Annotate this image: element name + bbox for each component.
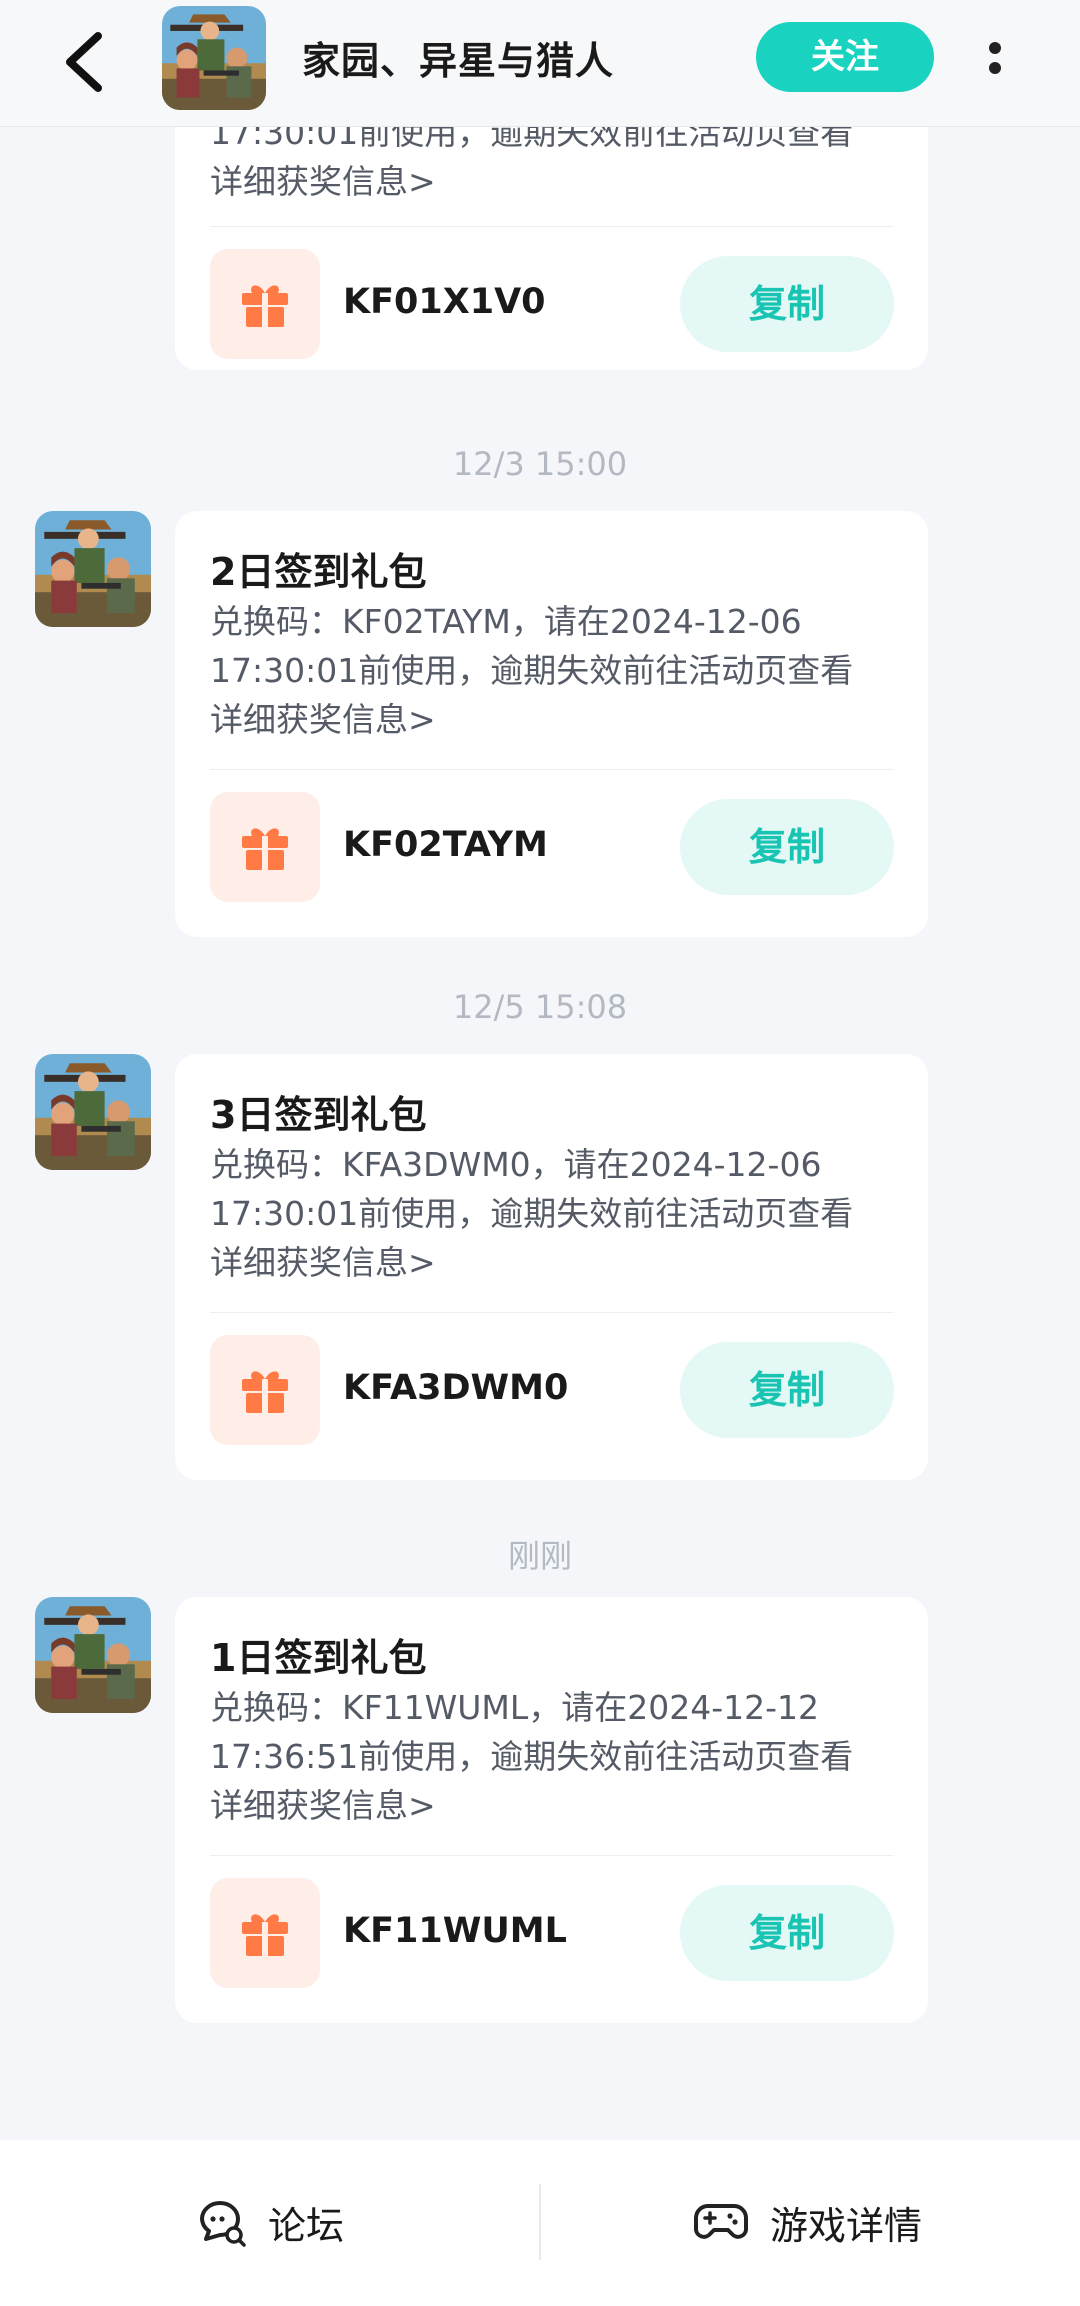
timestamp: 刚刚 [507, 1537, 572, 1575]
gift-icon-box [210, 792, 320, 902]
desc-line: 17:30:01前使用，逾期失效前往活动页查看 [210, 651, 854, 690]
gift-description: 兑换码：KFA3DWM0，请在2024-12-06 17:30:01前使用，逾期… [210, 1140, 910, 1287]
tab-game-detail[interactable]: 游戏详情 [694, 2182, 922, 2262]
chat-bubble-icon [200, 2201, 246, 2247]
copy-button[interactable]: 复制 [680, 256, 894, 352]
gift-card: 3日签到礼包 兑换码：KFA3DWM0，请在2024-12-06 17:30:0… [175, 1054, 928, 1480]
divider [210, 1312, 893, 1313]
back-arrow-icon [66, 32, 102, 92]
more-dot-icon [989, 62, 1001, 74]
gift-icon [242, 1371, 288, 1413]
gift-card: 2日签到礼包 兑换码：KF02TAYM，请在2024-12-06 17:30:0… [175, 511, 928, 937]
redeem-code: KF01X1V0 [343, 282, 546, 322]
game-avatar[interactable] [162, 6, 266, 110]
gift-description: 兑换码：KF11WUML，请在2024-12-12 17:36:51前使用，逾期… [210, 1683, 910, 1830]
copy-button[interactable]: 复制 [680, 1885, 894, 1981]
game-avatar[interactable] [35, 1597, 151, 1713]
divider [210, 226, 893, 227]
timestamp: 12/5 15:08 [452, 988, 628, 1026]
gift-icon [242, 285, 288, 327]
gift-title: 2日签到礼包 [210, 550, 427, 594]
more-options-button[interactable] [970, 28, 1016, 88]
gift-icon [242, 1914, 288, 1956]
gift-icon [242, 828, 288, 870]
prize-info-link[interactable]: 详细获奖信息> [210, 1781, 910, 1830]
gift-card: 1日签到礼包 兑换码：KF11WUML，请在2024-12-12 17:36:5… [175, 1597, 928, 2023]
tab-forum-label: 论坛 [268, 2203, 345, 2248]
gift-title: 1日签到礼包 [210, 1636, 427, 1680]
prize-info-link[interactable]: 详细获奖信息> [210, 157, 910, 206]
desc-line: 兑换码：KFA3DWM0，请在2024-12-06 [210, 1145, 822, 1184]
divider [210, 769, 893, 770]
tab-forum[interactable]: 论坛 [196, 2182, 344, 2262]
gift-description: 兑换码：KF02TAYM，请在2024-12-06 17:30:01前使用，逾期… [210, 597, 910, 744]
back-button[interactable] [52, 22, 122, 102]
desc-line: 17:30:01前使用，逾期失效前往活动页查看 [210, 1194, 854, 1233]
game-avatar[interactable] [35, 511, 151, 627]
gift-icon-box [210, 1335, 320, 1445]
bottom-bar: 论坛 游戏详情 [0, 2140, 1080, 2306]
redeem-code: KFA3DWM0 [343, 1368, 569, 1408]
timestamp: 12/3 15:00 [452, 445, 628, 483]
gamepad-icon [694, 2204, 748, 2239]
copy-button[interactable]: 复制 [680, 799, 894, 895]
desc-line: 兑换码：KF11WUML，请在2024-12-12 [210, 1688, 820, 1727]
copy-button[interactable]: 复制 [680, 1342, 894, 1438]
top-bar: 家园、异星与猎人 关注 [0, 0, 1080, 127]
page-title: 家园、异星与猎人 [302, 39, 615, 83]
desc-line: 17:36:51前使用，逾期失效前往活动页查看 [210, 1737, 854, 1776]
tab-game-detail-label: 游戏详情 [770, 2203, 923, 2248]
divider [539, 2184, 541, 2260]
gift-icon-box [210, 1878, 320, 1988]
game-avatar[interactable] [35, 1054, 151, 1170]
redeem-code: KF11WUML [343, 1911, 567, 1951]
prize-info-link[interactable]: 详细获奖信息> [210, 695, 910, 744]
gift-icon-box [210, 249, 320, 359]
redeem-code: KF02TAYM [343, 825, 548, 865]
desc-line: 兑换码：KF02TAYM，请在2024-12-06 [210, 602, 802, 641]
divider [210, 1855, 893, 1856]
prize-info-link[interactable]: 详细获奖信息> [210, 1238, 910, 1287]
follow-button[interactable]: 关注 [756, 22, 934, 92]
gift-title: 3日签到礼包 [210, 1093, 427, 1137]
more-dot-icon [989, 42, 1001, 54]
